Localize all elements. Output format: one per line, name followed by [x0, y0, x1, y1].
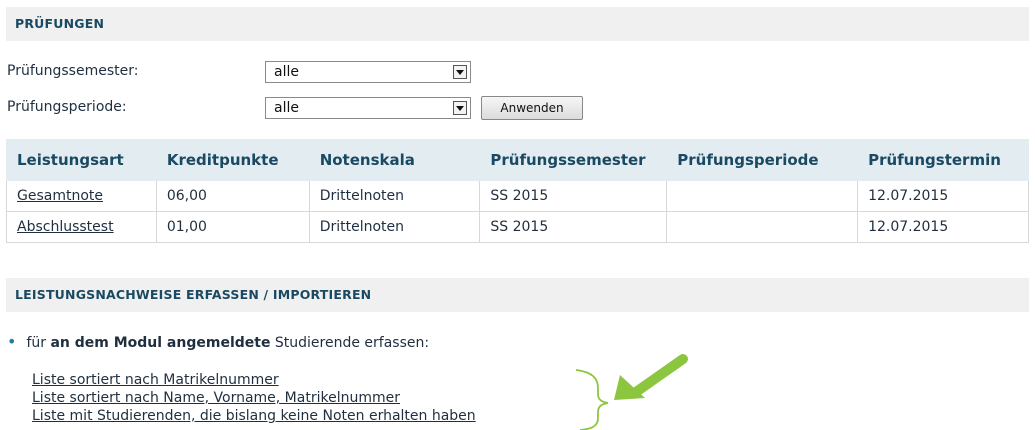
green-arrow-icon	[614, 354, 688, 400]
annotation-overlay	[575, 354, 688, 430]
curly-brace-icon	[575, 369, 609, 430]
